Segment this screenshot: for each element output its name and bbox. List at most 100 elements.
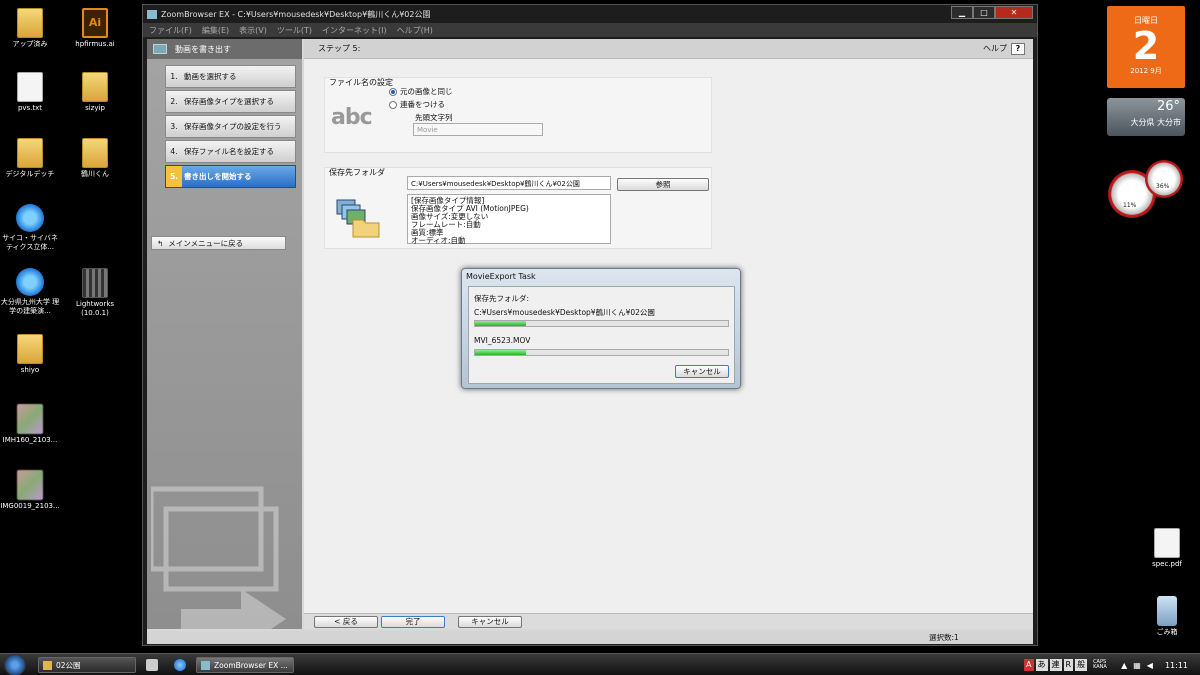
weather-gadget[interactable]: 26° 大分県 大分市 [1107,98,1185,136]
volume-icon[interactable]: ◀ [1147,661,1153,670]
status-bar: 選択数:1 [147,631,1033,644]
weather-temp: 26° [1156,99,1180,114]
desktop-icon-image2[interactable]: IMG0019_2103... [0,470,60,511]
desktop-icon-sizyip[interactable]: sizyip [65,72,125,113]
back-button[interactable]: < 戻る [314,616,378,628]
help-icon: ? [1011,42,1025,55]
prefix-input[interactable]: Movie [413,123,543,136]
caps-kana-indicator: CAPS KANA [1093,659,1107,670]
calendar-day: 2 [1132,24,1160,68]
memory-meter-value: 36% [1156,183,1170,190]
folder-group-title: 保存先フォルダ [329,168,385,177]
desktop-icon-ai-file[interactable]: Ai hpfirmus.ai [65,8,125,49]
clock[interactable]: 11:11 [1165,661,1188,670]
step-5-button[interactable]: 5. 書き出しを開始する [165,165,296,188]
show-desktop-icon[interactable] [146,659,158,671]
menu-edit[interactable]: 編集(E) [202,25,229,36]
dialog-folder-path: C:¥Users¥mousedesk¥Desktop¥鶴川くん¥02公園 [474,308,655,317]
folder-icon [17,8,43,38]
app-icon [201,660,210,670]
ime-roman[interactable]: R [1063,659,1074,671]
movie-export-icon [153,44,167,54]
start-button[interactable] [4,654,26,675]
footer-cancel-button[interactable]: キャンセル [458,616,522,628]
maximize-button[interactable]: □ [973,6,995,19]
ime-mode-a[interactable]: A [1024,659,1034,671]
minimize-button[interactable]: ▁ [951,6,973,19]
finish-button[interactable]: 完了 [381,616,445,628]
menu-tools[interactable]: ツール(T) [277,25,312,36]
radio-original-name[interactable]: 元の画像と同じ [389,86,453,97]
menu-view[interactable]: 表示(V) [239,25,267,36]
desktop-icon-oita-link[interactable]: 大分県九州大学 理学の建築演... [0,268,60,316]
desktop-icon-pvs-txt[interactable]: pvs.txt [0,72,60,113]
browse-button[interactable]: 参照 [617,178,709,191]
film-icon [82,268,108,298]
wizard-header: 動画を書き出す [147,39,302,59]
wizard-steps-pane: 動画を書き出す 1. 動画を選択する 2. 保存画像タイプを選択する 3. 保存画像タ… [147,39,302,629]
network-icon[interactable]: ▦ [1133,661,1141,670]
menu-internet[interactable]: インターネット(I) [322,25,387,36]
step-title: ステップ 5: [318,44,361,53]
internet-explorer-icon [16,204,44,232]
image-thumbnail-icon [17,404,43,434]
taskbar-item-zoombrowser[interactable]: ZoomBrowser EX ... [196,657,294,673]
step-header: ステップ 5: ヘルプ ? [304,39,1033,59]
radio-selected-icon [389,87,397,96]
app-icon [147,9,157,19]
menu-file[interactable]: ファイル(F) [149,25,192,36]
dialog-cancel-button[interactable]: キャンセル [675,365,729,378]
wizard-footer: < 戻る 完了 キャンセル [304,613,1033,629]
folder-export-icon [336,199,380,238]
dialog-file-name: MVI_6523.MOV [474,336,531,345]
desktop-icon-lightworks[interactable]: Lightworks (10.0.1) [65,268,125,318]
internet-explorer-icon[interactable] [174,659,186,671]
calendar-gadget[interactable]: 日曜日 2 2012 9月 [1107,6,1185,88]
taskbar: 02公園 ZoomBrowser EX ... A あ 連 R 般 CAPS K… [0,653,1200,675]
desktop-icon-psycho-link[interactable]: サイコ・サイバネ ティクス立体... [0,204,60,252]
image-thumbnail-icon [17,470,43,500]
destination-folder-group: 保存先フォルダ C:¥Users¥mousedesk¥Desktop¥鶴川くん¥… [324,167,712,249]
ime-general[interactable]: 般 [1075,659,1088,671]
internet-explorer-icon [16,268,44,296]
menu-bar: ファイル(F) 編集(E) 表示(V) ツール(T) インターネット(I) ヘル… [143,23,1037,37]
step-3-button[interactable]: 3. 保存画像タイプの設定を行う [165,115,296,138]
cpu-meter-value: 11% [1123,202,1137,209]
file-progress-bar [474,349,729,356]
destination-path-field[interactable]: C:¥Users¥mousedesk¥Desktop¥鶴川くん¥02公園 [407,176,611,190]
taskbar-item-explorer[interactable]: 02公園 [38,657,136,673]
step-1-button[interactable]: 1. 動画を選択する [165,65,296,88]
radio-sequence-name[interactable]: 連番をつける [389,99,445,110]
notification-chevron-icon[interactable]: ▲ [1121,661,1127,670]
desktop-icon-recycle-bin[interactable]: ごみ箱 [1137,596,1197,637]
calendar-month: 2012 9月 [1130,67,1162,75]
desktop-icon-shiyo[interactable]: shiyo [0,334,60,375]
folder-icon [82,138,108,168]
movie-export-dialog[interactable]: MovieExport Task 保存先フォルダ: C:¥Users¥mouse… [461,268,741,389]
step-4-button[interactable]: 4. 保存ファイル名を設定する [165,140,296,163]
dialog-body: 保存先フォルダ: C:¥Users¥mousedesk¥Desktop¥鶴川くん… [468,286,735,384]
folder-progress-bar [474,320,729,327]
window-titlebar[interactable]: ZoomBrowser EX - C:¥Users¥mousedesk¥Desk… [143,5,1037,23]
file-progress-fill [475,350,526,355]
desktop-icon-tsurukawa[interactable]: 鶴川くん [65,138,125,179]
radio-unselected-icon [389,100,397,109]
desktop-icon-uploaded-folder[interactable]: アップ済み [0,8,60,49]
step-2-button[interactable]: 2. 保存画像タイプを選択する [165,90,296,113]
ime-hiragana[interactable]: あ [1035,659,1048,671]
dialog-title: MovieExport Task [466,272,536,281]
memory-meter-gadget[interactable]: 36% [1145,160,1183,198]
desktop-icon-spec-pdf[interactable]: spec.pdf [1137,528,1197,569]
main-menu-button[interactable]: ↰ メインメニューに戻る [151,236,286,250]
folder-icon [17,138,43,168]
help-button[interactable]: ヘルプ ? [983,42,1025,55]
prefix-label: 先頭文字列 [415,113,453,122]
desktop-icon-digital[interactable]: デジタルデッチ [0,138,60,179]
export-info-list: [保存画像タイプ情報] 保存画像タイプ AVI (MotionJPEG) 画像サ… [407,194,611,245]
ime-conversion[interactable]: 連 [1049,659,1062,671]
pdf-file-icon [1154,528,1180,558]
desktop-icon-image1[interactable]: IMH160_2103... [0,404,60,445]
illustrator-icon: Ai [82,8,108,38]
close-button[interactable]: ✕ [995,6,1033,19]
menu-help[interactable]: ヘルプ(H) [397,25,433,36]
